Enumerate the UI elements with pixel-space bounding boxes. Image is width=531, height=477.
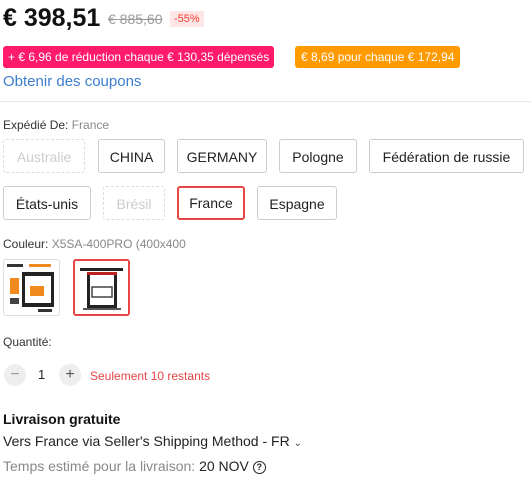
ship-from-selected: France: [71, 118, 110, 132]
color-label: Couleur:: [3, 237, 49, 251]
ship-option-bresil: Brésil: [103, 186, 165, 220]
ship-option-germany[interactable]: GERMANY: [177, 139, 267, 173]
quantity-plus-button[interactable]: +: [59, 364, 81, 386]
original-price: € 885,60: [108, 11, 163, 27]
delivery-estimate-date: 20 NOV: [199, 458, 249, 474]
shipping-method-text: Vers France via Seller's Shipping Method…: [3, 433, 290, 449]
shipping-method-selector[interactable]: Vers France via Seller's Shipping Method…: [3, 433, 302, 449]
ship-option-etats-unis[interactable]: États-unis: [3, 186, 91, 220]
ship-option-espagne[interactable]: Espagne: [257, 186, 337, 220]
ship-option-france[interactable]: France: [177, 186, 245, 220]
color-label-row: Couleur: X5SA-400PRO (400x400: [3, 237, 186, 251]
ship-option-australie: Australie: [3, 139, 85, 173]
help-icon[interactable]: ?: [252, 460, 266, 474]
divider: [0, 101, 531, 102]
ship-from-label-row: Expédié De: France: [3, 118, 109, 132]
printer-image-1: [4, 260, 59, 315]
chevron-down-icon: ⌄: [293, 438, 302, 449]
shipping-title: Livraison gratuite: [3, 411, 121, 427]
quantity-label: Quantité:: [3, 335, 52, 349]
quantity-value[interactable]: 1: [38, 367, 45, 382]
ship-option-china[interactable]: CHINA: [98, 139, 165, 173]
promo-discount-badge[interactable]: + € 6,96 de réduction chaque € 130,35 dé…: [3, 46, 275, 68]
ship-from-label: Expédié De:: [3, 118, 69, 132]
discount-badge: -55%: [170, 11, 204, 27]
stock-note: Seulement 10 restants: [90, 369, 211, 383]
delivery-estimate-label: Temps estimé pour la livraison:: [3, 458, 196, 474]
ship-option-russie[interactable]: Fédération de russie: [369, 139, 524, 173]
quantity-minus-button[interactable]: −: [4, 364, 26, 386]
ship-option-pologne[interactable]: Pologne: [279, 139, 357, 173]
color-thumbnail-1[interactable]: [3, 259, 60, 316]
delivery-estimate: Temps estimé pour la livraison: 20 NOV ?: [3, 458, 266, 474]
color-thumbnail-2[interactable]: [73, 259, 130, 316]
printer-image-2: [75, 261, 128, 314]
color-selected: X5SA-400PRO (400x400: [51, 237, 186, 251]
current-price: € 398,51: [3, 4, 101, 32]
get-coupons-link[interactable]: Obtenir des coupons: [3, 73, 141, 90]
promo-coupon-badge[interactable]: € 8,69 pour chaque € 172,94: [295, 46, 461, 68]
